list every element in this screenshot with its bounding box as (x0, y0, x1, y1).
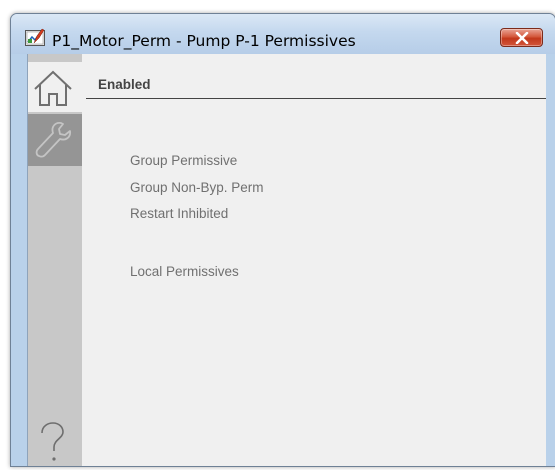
help-button[interactable] (28, 416, 82, 466)
permissive-group-non-bypass: Group Non-Byp. Perm (130, 180, 264, 195)
window-title: P1_Motor_Perm - Pump P-1 Permissives (52, 32, 356, 50)
tab-home[interactable] (28, 62, 82, 112)
question-mark-icon (41, 422, 64, 461)
faceplate-app-icon (25, 28, 46, 47)
faceplate-content: Enabled Group Permissive Group Non-Byp. … (27, 54, 546, 466)
local-permissives-label: Local Permissives (130, 264, 239, 279)
wrench-icon (35, 121, 72, 158)
permissive-restart-inhibited: Restart Inhibited (130, 206, 229, 221)
permissive-group-permissive: Group Permissive (130, 153, 238, 168)
home-icon (34, 70, 72, 106)
status-label: Enabled (98, 77, 151, 92)
tab-maintenance[interactable] (28, 114, 82, 166)
close-icon (515, 32, 529, 44)
faceplate-window: P1_Motor_Perm - Pump P-1 Permissives Ena… (10, 13, 555, 467)
faceplate-sidebar (28, 54, 82, 466)
close-button[interactable] (500, 28, 543, 47)
title-bar[interactable]: P1_Motor_Perm - Pump P-1 Permissives (11, 14, 555, 54)
status-divider (86, 98, 546, 99)
